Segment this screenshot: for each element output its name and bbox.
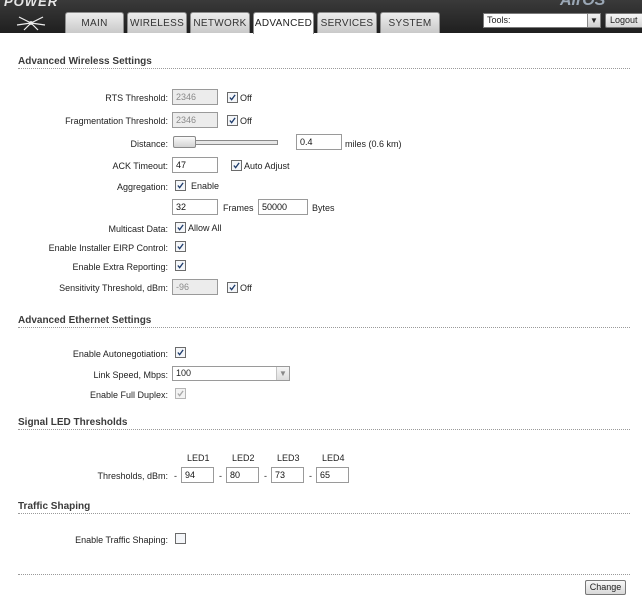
rts-off-checkbox[interactable] (227, 92, 238, 103)
auto-adjust-checkbox[interactable] (231, 160, 242, 171)
section-divider (18, 327, 630, 328)
checkmark-icon (177, 262, 184, 269)
ack-timeout-label: ACK Timeout: (112, 161, 168, 171)
tab-advanced[interactable]: ADVANCED (253, 12, 314, 34)
frames-label: Frames (223, 203, 254, 213)
tab-system[interactable]: SYSTEM (380, 12, 440, 33)
sensitivity-threshold-input[interactable]: -96 (172, 279, 218, 295)
separator-dash: - (264, 471, 267, 481)
distance-slider-handle[interactable] (173, 136, 196, 148)
aggregation-frames-input[interactable]: 32 (172, 199, 218, 215)
footer-divider (18, 574, 630, 575)
fragmentation-off-checkbox[interactable] (227, 115, 238, 126)
led1-label: LED1 (187, 453, 210, 463)
link-speed-value: 100 (176, 368, 192, 378)
distance-label: Distance: (130, 139, 168, 149)
multicast-allow-all-checkbox[interactable] (175, 222, 186, 233)
fragmentation-threshold-input[interactable]: 2346 (172, 112, 218, 128)
thresholds-label: Thresholds, dBm: (97, 471, 168, 481)
extra-reporting-checkbox[interactable] (175, 260, 186, 271)
section-divider (18, 513, 630, 514)
aggregation-bytes-input[interactable]: 50000 (258, 199, 308, 215)
autonegotiation-checkbox[interactable] (175, 347, 186, 358)
separator-dash: - (219, 471, 222, 481)
checkmark-icon (229, 94, 236, 101)
logout-button[interactable]: Logout (605, 13, 642, 28)
section-title-advanced-ethernet: Advanced Ethernet Settings (18, 315, 152, 326)
checkmark-icon (177, 390, 184, 397)
link-speed-label: Link Speed, Mbps: (93, 370, 168, 380)
section-title-traffic-shaping: Traffic Shaping (18, 501, 91, 512)
led4-label: LED4 (322, 453, 345, 463)
auto-adjust-label: Auto Adjust (244, 161, 290, 171)
tools-select-value: Tools: (487, 15, 511, 25)
sensitivity-off-label: Off (240, 283, 252, 293)
bytes-label: Bytes (312, 203, 335, 213)
checkmark-icon (229, 284, 236, 291)
traffic-shaping-checkbox[interactable] (175, 533, 186, 544)
led3-label: LED3 (277, 453, 300, 463)
tab-wireless[interactable]: WIRELESS (127, 12, 187, 33)
distance-unit: miles (0.6 km) (345, 139, 402, 149)
installer-eirp-checkbox[interactable] (175, 241, 186, 252)
checkmark-icon (177, 243, 184, 250)
led3-input[interactable]: 73 (271, 467, 304, 483)
traffic-shaping-label: Enable Traffic Shaping: (75, 535, 168, 545)
led4-input[interactable]: 65 (316, 467, 349, 483)
sensitivity-threshold-label: Sensitivity Threshold, dBm: (59, 283, 168, 293)
multicast-data-label: Multicast Data: (108, 224, 168, 234)
full-duplex-label: Enable Full Duplex: (89, 390, 168, 400)
extra-reporting-label: Enable Extra Reporting: (72, 262, 168, 272)
change-button[interactable]: Change (585, 580, 626, 595)
separator-dash: - (174, 471, 177, 481)
chevron-down-icon[interactable]: ▼ (276, 367, 289, 380)
installer-eirp-label: Enable Installer EIRP Control: (48, 243, 168, 253)
tab-network[interactable]: NETWORK (190, 12, 250, 33)
tools-select[interactable]: Tools: ▼ (483, 13, 601, 28)
section-divider (18, 68, 630, 69)
tab-services[interactable]: SERVICES (317, 12, 377, 33)
section-divider (18, 429, 630, 430)
brand-left: POWER (4, 0, 59, 9)
distance-input[interactable]: 0.4 (296, 134, 342, 150)
top-bar: POWER MAIN WIRELESS NETWORK ADVANCED SER… (0, 0, 642, 34)
aggregation-enable-label: Enable (191, 181, 220, 191)
rts-threshold-input[interactable]: 2346 (172, 89, 218, 105)
ack-timeout-input[interactable]: 47 (172, 157, 218, 173)
autonegotiation-label: Enable Autonegotiation: (72, 349, 168, 359)
led2-label: LED2 (232, 453, 255, 463)
multicast-allow-all-label: Allow All (188, 223, 222, 233)
aggregation-enable-checkbox[interactable] (175, 180, 186, 191)
checkmark-icon (177, 349, 184, 356)
fragmentation-off-label: Off (240, 116, 252, 126)
rts-threshold-label: RTS Threshold: (105, 93, 168, 103)
separator-dash: - (309, 471, 312, 481)
section-title-signal-led: Signal LED Thresholds (18, 417, 128, 428)
fragmentation-threshold-label: Fragmentation Threshold: (65, 116, 168, 126)
ubiquiti-logo (0, 12, 63, 33)
sensitivity-off-checkbox[interactable] (227, 282, 238, 293)
link-speed-select[interactable]: 100 ▼ (172, 366, 290, 381)
tab-main[interactable]: MAIN (65, 12, 124, 33)
aggregation-label: Aggregation: (116, 182, 168, 192)
checkmark-icon (233, 162, 240, 169)
led1-input[interactable]: 94 (181, 467, 214, 483)
checkmark-icon (177, 182, 184, 189)
chevron-down-icon[interactable]: ▼ (587, 14, 600, 27)
full-duplex-checkbox[interactable] (175, 388, 186, 399)
rts-off-label: Off (240, 93, 252, 103)
checkmark-icon (177, 224, 184, 231)
checkmark-icon (229, 117, 236, 124)
section-title-advanced-wireless: Advanced Wireless Settings (18, 56, 152, 67)
brand-right: AirOS (560, 0, 606, 9)
led2-input[interactable]: 80 (226, 467, 259, 483)
